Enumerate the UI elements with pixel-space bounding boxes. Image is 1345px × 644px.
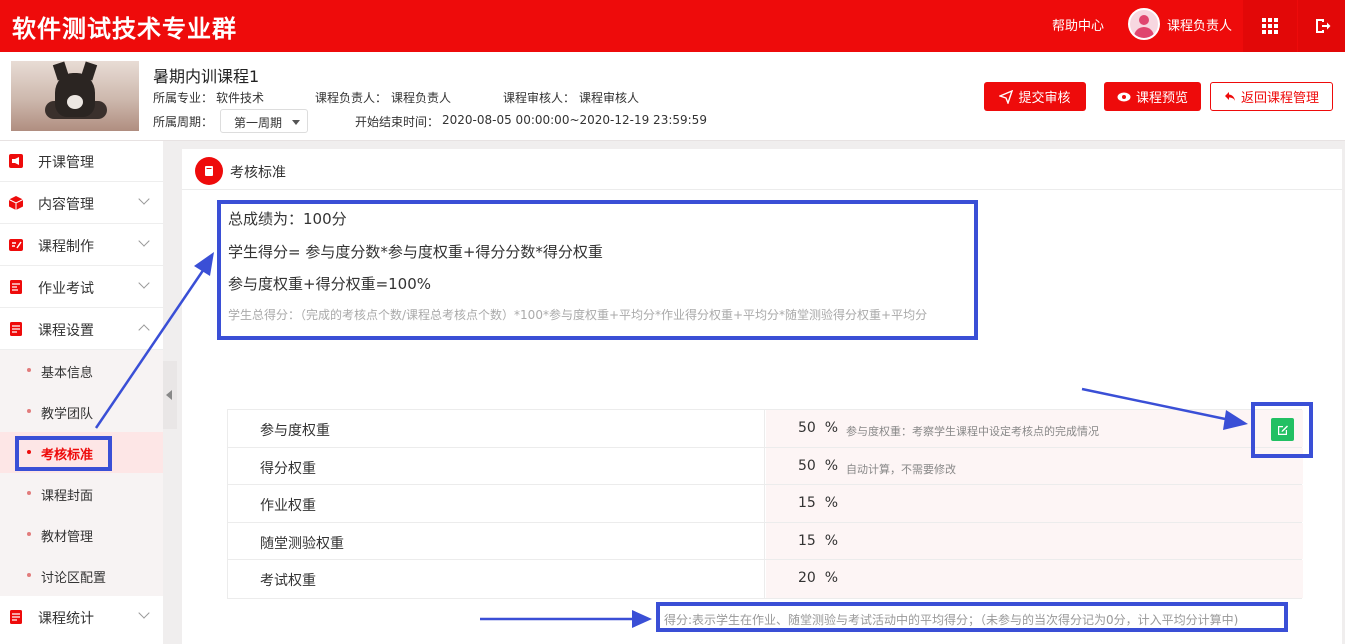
arrow-to-edit-button xyxy=(1081,387,1248,430)
arrow-to-formula xyxy=(94,252,214,429)
arrow-to-note xyxy=(480,610,652,628)
annotation-arrows xyxy=(94,252,1248,628)
